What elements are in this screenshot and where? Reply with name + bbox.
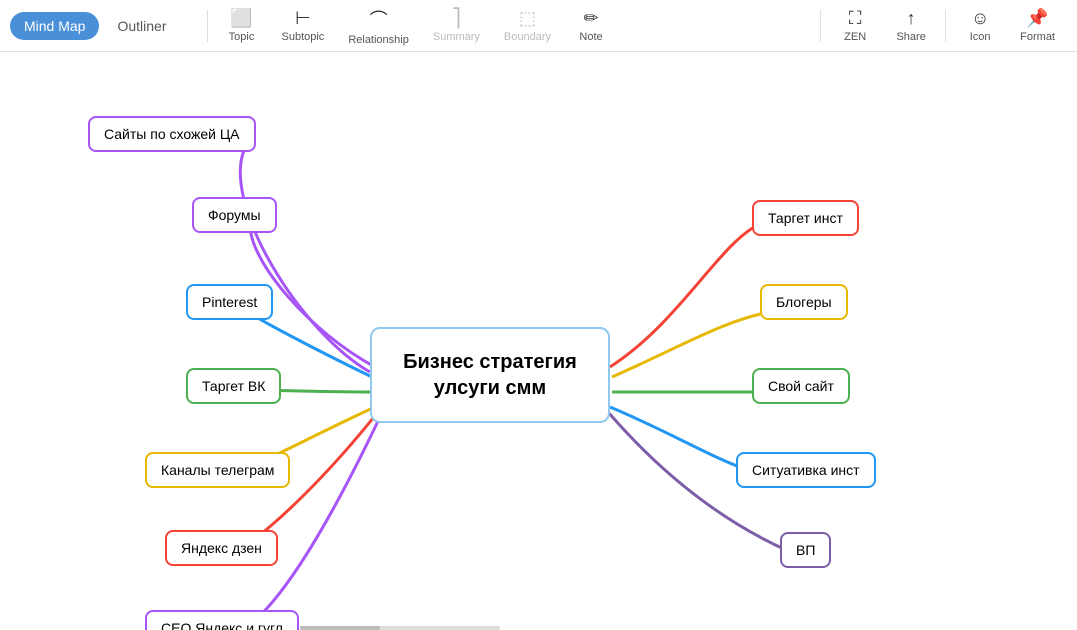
- format-icon: 📌: [1026, 8, 1048, 29]
- node-r2[interactable]: Блогеры: [760, 284, 848, 320]
- toolbar-right: ⛶ ZEN ↑ Share ☺ Icon 📌 Format: [827, 4, 1067, 47]
- horizontal-scrollbar[interactable]: [300, 626, 500, 630]
- tab-group: Mind Map Outliner: [10, 12, 181, 40]
- zen-icon: ⛶: [849, 8, 862, 29]
- node-n5[interactable]: Каналы телеграм: [145, 452, 290, 488]
- icon-icon: ☺: [971, 8, 989, 29]
- tool-format[interactable]: 📌 Format: [1008, 4, 1067, 47]
- toolbar-separator-3: [945, 10, 946, 42]
- topic-label: Topic: [229, 31, 255, 43]
- format-label: Format: [1020, 31, 1055, 43]
- summary-icon: ⎤: [452, 8, 461, 29]
- node-r1[interactable]: Таргет инст: [752, 200, 859, 236]
- toolbar-items: ⬜ Topic ⊢ Subtopic ⌒ Relationship ⎤ Summ…: [214, 2, 815, 50]
- tool-summary[interactable]: ⎤ Summary: [421, 4, 492, 47]
- summary-label: Summary: [433, 31, 480, 43]
- tool-topic[interactable]: ⬜ Topic: [214, 4, 270, 47]
- note-label: Note: [579, 31, 602, 43]
- relationship-label: Relationship: [348, 34, 409, 46]
- subtopic-label: Subtopic: [282, 31, 325, 43]
- boundary-label: Boundary: [504, 31, 551, 43]
- tool-subtopic[interactable]: ⊢ Subtopic: [270, 4, 337, 47]
- boundary-icon: ⬚: [519, 8, 536, 29]
- toolbar-separator-2: [820, 10, 821, 42]
- tool-icon[interactable]: ☺ Icon: [952, 4, 1008, 47]
- node-n7[interactable]: СЕО Яндекс и гугл: [145, 610, 299, 630]
- note-icon: ✏: [583, 8, 598, 29]
- center-node[interactable]: Бизнес стратегия улсуги смм: [370, 327, 610, 423]
- icon-label: Icon: [970, 31, 991, 43]
- tab-mindmap[interactable]: Mind Map: [10, 12, 99, 40]
- tool-boundary[interactable]: ⬚ Boundary: [492, 4, 563, 47]
- share-icon: ↑: [907, 8, 916, 29]
- tool-zen[interactable]: ⛶ ZEN: [827, 4, 883, 47]
- share-label: Share: [896, 31, 925, 43]
- topic-icon: ⬜: [230, 8, 252, 29]
- node-r3[interactable]: Свой сайт: [752, 368, 850, 404]
- node-n3[interactable]: Pinterest: [186, 284, 273, 320]
- toolbar-separator: [207, 10, 208, 42]
- scrollbar-thumb[interactable]: [300, 626, 380, 630]
- canvas: Бизнес стратегия улсуги смм Сайты по схо…: [0, 52, 1077, 630]
- node-r4[interactable]: Ситуативка инст: [736, 452, 876, 488]
- node-n6[interactable]: Яндекс дзен: [165, 530, 278, 566]
- tab-outliner[interactable]: Outliner: [103, 12, 180, 40]
- zen-label: ZEN: [844, 31, 866, 43]
- node-n1[interactable]: Сайты по схожей ЦА: [88, 116, 256, 152]
- toolbar: Mind Map Outliner ⬜ Topic ⊢ Subtopic ⌒ R…: [0, 0, 1077, 52]
- node-r5[interactable]: ВП: [780, 532, 831, 568]
- node-n2[interactable]: Форумы: [192, 197, 277, 233]
- tool-share[interactable]: ↑ Share: [883, 4, 939, 47]
- subtopic-icon: ⊢: [295, 8, 311, 29]
- tool-relationship[interactable]: ⌒ Relationship: [336, 2, 421, 50]
- relationship-icon: ⌒: [370, 6, 388, 32]
- node-n4[interactable]: Таргет ВК: [186, 368, 281, 404]
- tool-note[interactable]: ✏ Note: [563, 4, 619, 47]
